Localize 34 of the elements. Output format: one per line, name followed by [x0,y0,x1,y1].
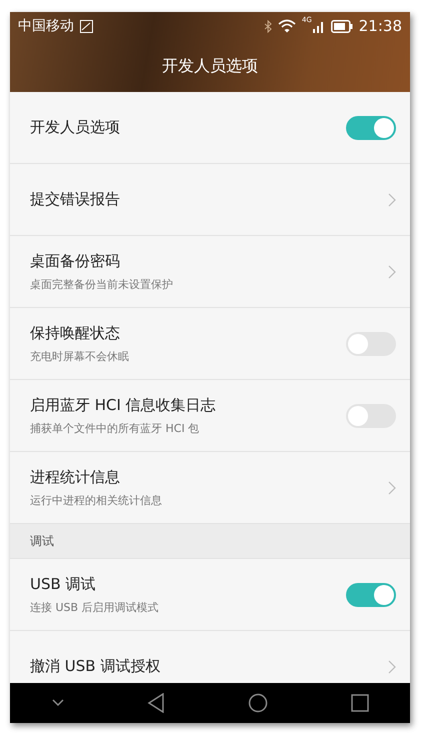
chevron-right-icon [388,264,396,278]
setting-title: 撤消 USB 调试授权 [30,657,162,676]
toggle-switch[interactable] [346,404,396,428]
toggle-switch[interactable] [346,332,396,356]
setting-description: 捕获单个文件中的所有蓝牙 HCI 包 [30,420,200,436]
battery-icon [330,20,353,32]
setting-description: 充电时屏幕不会休眠 [30,348,130,364]
section-header: 调试 [10,524,410,558]
screen-title: 开发人员选项 [162,56,258,76]
setting-description: 桌面完整备份当前未设置保护 [30,276,174,292]
clock-time: 21:38 [358,17,402,35]
chevron-right-icon [388,660,396,674]
setting-title: 桌面备份密码 [30,252,121,270]
chevron-down-icon[interactable] [52,699,64,707]
setting-title: USB 调试 [30,574,97,594]
chevron-right-icon [388,480,396,494]
setting-title: 提交错误报告 [30,190,121,209]
image-icon [80,20,93,32]
back-icon[interactable] [146,693,164,713]
setting-title: 启用蓝牙 HCI 信息收集日志 [30,396,217,414]
chevron-right-icon [388,192,396,206]
setting-description: 连接 USB 后启用调试模式 [30,600,160,614]
toggle-switch[interactable] [346,116,396,140]
setting-description: 运行中进程的相关统计信息 [30,492,163,508]
wifi-icon [278,19,296,33]
setting-title: 开发人员选项 [30,118,121,137]
setting-title: 进程统计信息 [30,468,121,486]
home-icon[interactable] [248,693,268,713]
recents-icon[interactable] [350,694,368,712]
bluetooth-icon [264,20,272,32]
setting-title: 保持唤醒状态 [30,324,121,342]
carrier-name: 中国移动 [18,17,74,35]
signal-icon [312,19,325,33]
toggle-switch[interactable] [346,582,396,606]
